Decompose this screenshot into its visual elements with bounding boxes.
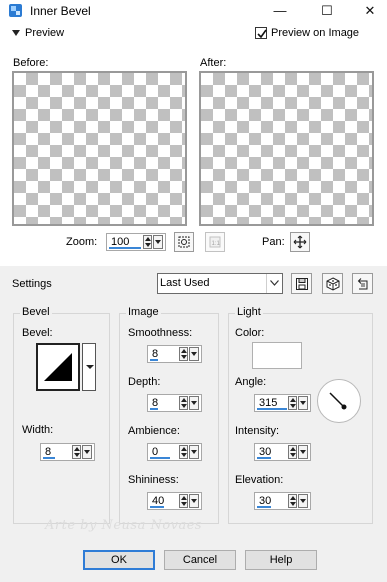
pan-move-icon[interactable] [290, 232, 310, 252]
depth-underline [150, 408, 158, 410]
preview-toggle-label: Preview [25, 27, 65, 39]
angle-input[interactable]: 315 [254, 394, 311, 412]
elevation-input[interactable]: 30 [254, 492, 311, 510]
zoom-spinner[interactable] [143, 235, 152, 249]
ambience-spinner[interactable] [179, 445, 188, 459]
reset-icon[interactable] [352, 273, 373, 294]
zoom-fit-icon[interactable] [174, 232, 194, 252]
preset-value: Last Used [160, 277, 210, 289]
cancel-button[interactable]: Cancel [164, 550, 236, 570]
angle-dropdown[interactable] [298, 396, 308, 410]
before-label: Before: [13, 57, 49, 69]
angle-spinner[interactable] [288, 396, 297, 410]
intensity-label: Intensity: [235, 425, 280, 437]
shininess-spinner[interactable] [179, 494, 188, 508]
elevation-spinner[interactable] [288, 494, 297, 508]
light-group-title: Light [235, 306, 263, 318]
zoom-underline [109, 247, 141, 249]
bevel-label: Bevel: [22, 327, 53, 339]
light-color-swatch[interactable] [252, 342, 302, 369]
depth-input[interactable]: 8 [147, 394, 202, 412]
after-label: After: [200, 57, 227, 69]
zoom-dropdown[interactable] [153, 235, 163, 249]
width-label: Width: [22, 424, 54, 436]
shininess-underline [150, 506, 164, 508]
depth-dropdown[interactable] [189, 396, 199, 410]
window-title: Inner Bevel [30, 4, 91, 18]
help-button[interactable]: Help [245, 550, 317, 570]
intensity-underline [257, 457, 271, 459]
zoom-label: Zoom: [66, 236, 98, 248]
zoom-1to1-icon[interactable]: 1:1 [205, 232, 225, 252]
checkbox-check-icon[interactable] [255, 27, 267, 39]
svg-text:1:1: 1:1 [212, 241, 221, 247]
shininess-input[interactable]: 40 [147, 492, 202, 510]
dropdown-arrow-icon[interactable] [266, 274, 282, 293]
watermark: Arte by Neusa Novaes [45, 518, 203, 533]
smoothness-underline [150, 359, 158, 361]
shininess-label: Shininess: [128, 474, 179, 486]
before-preview[interactable] [12, 71, 187, 226]
smoothness-dropdown[interactable] [189, 347, 199, 361]
angle-dial[interactable] [317, 379, 361, 423]
ambience-label: Ambience: [128, 425, 180, 437]
angle-label: Angle: [235, 376, 267, 388]
minimize-button[interactable]: — [265, 0, 295, 22]
angle-underline [257, 408, 287, 410]
pan-label: Pan: [262, 236, 285, 248]
save-preset-icon[interactable] [291, 273, 312, 294]
after-preview[interactable] [199, 71, 374, 226]
bevel-group-title: Bevel [20, 306, 52, 318]
intensity-input[interactable]: 30 [254, 443, 311, 461]
preview-on-image-checkbox[interactable]: Preview on Image [255, 27, 359, 39]
elevation-underline [257, 506, 271, 508]
width-dropdown[interactable] [82, 445, 92, 459]
depth-spinner[interactable] [179, 396, 188, 410]
bevel-shape-preview[interactable] [36, 343, 80, 391]
width-input[interactable]: 8 [40, 443, 95, 461]
smoothness-input[interactable]: 8 [147, 345, 202, 363]
preview-on-image-label: Preview on Image [271, 27, 360, 39]
intensity-spinner[interactable] [288, 445, 297, 459]
smoothness-spinner[interactable] [179, 347, 188, 361]
bevel-dropdown[interactable] [82, 343, 96, 391]
randomize-icon[interactable] [322, 273, 343, 294]
smoothness-label: Smoothness: [128, 327, 193, 339]
width-spinner[interactable] [72, 445, 81, 459]
intensity-dropdown[interactable] [298, 445, 308, 459]
settings-label: Settings [12, 278, 52, 290]
zoom-input[interactable]: 100 [106, 233, 166, 251]
ok-button[interactable]: OK [83, 550, 155, 570]
depth-label: Depth: [128, 376, 161, 388]
ambience-underline [150, 457, 170, 459]
ambience-dropdown[interactable] [189, 445, 199, 459]
preset-select[interactable]: Last Used [157, 273, 283, 294]
maximize-button[interactable]: ☐ [312, 0, 342, 22]
close-button[interactable]: ✕ [355, 0, 385, 22]
ambience-input[interactable]: 0 [147, 443, 202, 461]
elevation-label: Elevation: [235, 474, 284, 486]
app-icon [8, 3, 23, 18]
width-underline [43, 457, 55, 459]
color-label: Color: [235, 327, 265, 339]
elevation-dropdown[interactable] [298, 494, 308, 508]
preview-toggle[interactable]: Preview [12, 27, 64, 39]
image-group-title: Image [126, 306, 161, 318]
shininess-dropdown[interactable] [189, 494, 199, 508]
preview-triangle-icon [12, 30, 20, 36]
